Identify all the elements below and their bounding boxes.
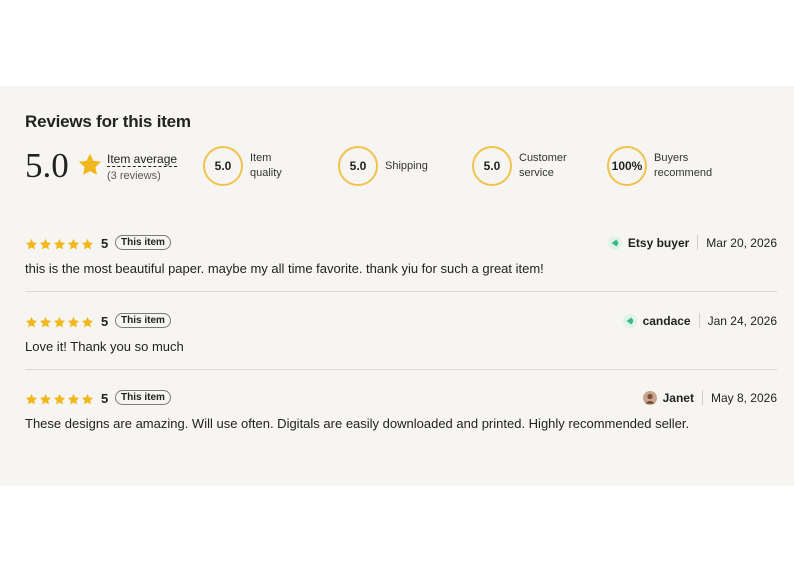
reviewer-info: Janet May 8, 2026 xyxy=(642,390,777,405)
star-icon xyxy=(53,238,66,250)
reviews-panel: Reviews for this item 5.0 Item average (… xyxy=(0,86,794,486)
star-icon xyxy=(78,153,102,175)
review-text: Love it! Thank you so much xyxy=(25,339,184,354)
star-icon xyxy=(67,238,80,250)
star-icon xyxy=(67,393,80,405)
average-score: 5.0 xyxy=(25,146,69,185)
reviews-title: Reviews for this item xyxy=(25,112,191,131)
divider xyxy=(697,235,699,250)
reviewer-name[interactable]: Etsy buyer xyxy=(628,236,689,250)
review-stars xyxy=(25,316,94,329)
star-icon xyxy=(25,393,38,405)
star-icon xyxy=(53,316,66,328)
review-stars xyxy=(25,238,94,251)
this-item-badge[interactable]: This item xyxy=(115,390,171,405)
reviewer-name[interactable]: candace xyxy=(643,314,691,328)
review-rating: 5 xyxy=(101,236,109,251)
reviewer-info: candace Jan 24, 2026 xyxy=(622,313,777,328)
reviewer-info: Etsy buyer Mar 20, 2026 xyxy=(607,235,777,250)
star-icon xyxy=(53,393,66,405)
metric-ring: 100% xyxy=(607,146,647,186)
star-icon xyxy=(39,238,52,250)
star-icon xyxy=(81,238,94,250)
star-icon xyxy=(39,393,52,405)
review-count: (3 reviews) xyxy=(107,170,161,182)
star-icon xyxy=(25,238,38,250)
review-text: this is the most beautiful paper. maybe … xyxy=(25,261,544,276)
review-date: Jan 24, 2026 xyxy=(707,313,777,328)
review-divider xyxy=(25,291,777,292)
rating-summary: 5.0 Item average (3 reviews) 5.0 Item qu… xyxy=(25,146,785,190)
divider xyxy=(701,390,703,405)
this-item-badge[interactable]: This item xyxy=(115,313,171,328)
metric-label: Shipping xyxy=(385,159,428,172)
metric-label: Buyers recommend xyxy=(654,152,713,179)
etsy-buyer-avatar-icon xyxy=(622,313,637,328)
star-icon xyxy=(67,316,80,328)
metric-ring: 5.0 xyxy=(472,146,512,186)
divider xyxy=(698,313,700,328)
star-icon xyxy=(81,393,94,405)
review-text: These designs are amazing. Will use ofte… xyxy=(25,416,690,431)
item-average-block: Item average (3 reviews) xyxy=(107,150,178,182)
etsy-buyer-avatar-icon xyxy=(607,235,622,250)
metric-label: Customer service xyxy=(519,152,567,179)
user-photo-avatar-icon xyxy=(642,390,657,405)
review-date: May 8, 2026 xyxy=(710,390,777,405)
review-divider xyxy=(25,369,777,370)
metric-ring: 5.0 xyxy=(203,146,243,186)
this-item-badge[interactable]: This item xyxy=(115,235,171,250)
review-rating: 5 xyxy=(101,314,109,329)
item-average-link[interactable]: Item average xyxy=(107,152,178,167)
metric-label: Item quality xyxy=(250,152,282,179)
metric-ring: 5.0 xyxy=(338,146,378,186)
star-icon xyxy=(81,316,94,328)
reviewer-name[interactable]: Janet xyxy=(663,391,694,405)
star-icon xyxy=(25,316,38,328)
review-date: Mar 20, 2026 xyxy=(706,235,777,250)
review-stars xyxy=(25,393,94,406)
review-rating: 5 xyxy=(101,391,109,406)
star-icon xyxy=(39,316,52,328)
